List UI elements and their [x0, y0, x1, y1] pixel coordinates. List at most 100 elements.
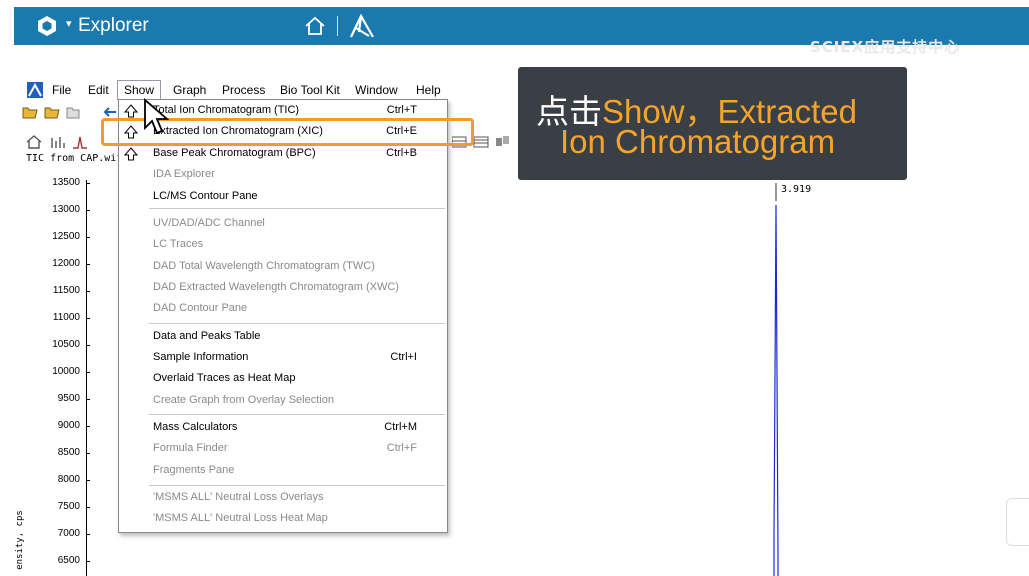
y-tick-label: 13500	[52, 177, 80, 188]
callout-line-2: Ion Chromatogram	[560, 123, 836, 160]
menu-item-label: UV/DAD/ADC Channel	[153, 217, 265, 229]
instruction-callout: 点击Show，Extracted Ion Chromatogram	[518, 67, 907, 180]
folder-dropdown-icon[interactable]	[66, 105, 82, 119]
home-icon[interactable]	[304, 15, 326, 37]
back-arrow-icon[interactable]	[102, 105, 118, 119]
open-folder-alt-icon[interactable]	[44, 105, 60, 119]
menu-item-uv-dad-adc-channel: UV/DAD/ADC Channel	[119, 214, 447, 234]
menu-item-sample-information[interactable]: Sample Information Ctrl+I	[119, 348, 447, 368]
menu-item-dad-contour-pane: DAD Contour Pane	[119, 299, 447, 319]
y-tick-label: 7500	[57, 501, 80, 512]
menu-item-label: Data and Peaks Table	[153, 330, 261, 342]
spectrum-icon[interactable]	[50, 135, 66, 149]
menu-separator	[149, 414, 445, 415]
y-tick-label: 8500	[57, 447, 80, 458]
menu-item-label: LC Traces	[153, 238, 204, 250]
y-tick-mark	[86, 426, 90, 427]
y-tick-mark	[86, 399, 90, 400]
peak-icon[interactable]	[72, 135, 88, 149]
menu-item-mass-calculators[interactable]: Mass Calculators Ctrl+M	[119, 418, 447, 438]
show-menu-dropdown: Total Ion Chromatogram (TIC) Ctrl+T Extrac…	[118, 99, 448, 533]
menu-item-fragments-pane: Fragments Pane	[119, 461, 447, 481]
up-arrow-icon	[124, 147, 138, 161]
y-tick-mark	[86, 372, 90, 373]
y-tick-mark	[86, 345, 90, 346]
toolbar-divider	[337, 16, 338, 36]
chevron-down-icon[interactable]: ▾	[66, 17, 72, 30]
menu-item-shortcut: Ctrl+I	[390, 351, 417, 363]
analyst-app-icon	[27, 82, 43, 98]
graph-title: TIC from CAP.wif	[26, 153, 123, 164]
y-tick-label: 6500	[57, 555, 80, 566]
y-tick-label: 9500	[57, 393, 80, 404]
side-panel-tab[interactable]	[1006, 498, 1029, 546]
analyst-icon[interactable]	[347, 12, 377, 40]
menu-graph[interactable]: Graph	[173, 83, 206, 97]
menu-separator	[149, 485, 445, 486]
y-tick-label: 11000	[52, 312, 80, 323]
menu-item-shortcut: Ctrl+B	[386, 147, 417, 159]
menu-item-shortcut: Ctrl+T	[386, 104, 417, 116]
y-tick-label: 10000	[52, 366, 80, 377]
y-tick-label: 13000	[52, 204, 80, 215]
menu-item-label: Fragments Pane	[153, 464, 235, 476]
chromatogram-trace	[773, 183, 779, 576]
y-tick-label: 8000	[57, 474, 80, 485]
menu-item-formula-finder: Formula Finder Ctrl+F	[119, 439, 447, 459]
menu-bio-tool-kit[interactable]: Bio Tool Kit	[280, 83, 340, 97]
menu-item-dad-extracted-wavelength-chromatogram-xwc: DAD Extracted Wavelength Chromatogram (X…	[119, 278, 447, 298]
menu-item-lc-traces: LC Traces	[119, 235, 447, 255]
menu-edit[interactable]: Edit	[88, 83, 109, 97]
menu-item-label: LC/MS Contour Pane	[153, 190, 258, 202]
menu-item-base-peak-chromatogram-bpc[interactable]: Base Peak Chromatogram (BPC) Ctrl+B	[119, 144, 447, 164]
list-view-icon[interactable]	[473, 136, 489, 148]
menu-item-label: Mass Calculators	[153, 421, 238, 433]
y-axis-label: ensity, cps	[14, 510, 25, 570]
menu-window[interactable]: Window	[355, 83, 398, 97]
window-title: Explorer	[78, 15, 149, 36]
y-tick-mark	[86, 210, 90, 211]
y-tick-mark	[86, 291, 90, 292]
menu-separator	[149, 208, 445, 209]
y-tick-mark	[86, 480, 90, 481]
y-tick-label: 11500	[52, 285, 80, 296]
app-logo-icon[interactable]	[36, 15, 58, 37]
menu-process[interactable]: Process	[222, 83, 265, 97]
menu-item-label: DAD Contour Pane	[153, 302, 248, 314]
watermark-text: SCIEX应用支持中心	[810, 38, 961, 56]
up-arrow-icon	[124, 104, 138, 118]
menu-item-label: Total Ion Chromatogram (TIC)	[153, 104, 300, 116]
mouse-cursor-icon	[144, 98, 170, 135]
menu-item-dad-total-wavelength-chromatogram-twc: DAD Total Wavelength Chromatogram (TWC)	[119, 257, 447, 277]
menu-item-data-and-peaks-table[interactable]: Data and Peaks Table	[119, 327, 447, 347]
menu-show[interactable]: Show	[117, 80, 162, 100]
y-tick-mark	[86, 507, 90, 508]
menu-item-overlaid-traces-as-heat-map[interactable]: Overlaid Traces as Heat Map	[119, 369, 447, 389]
menu-item-msms-all-neutral-loss-heat-map: 'MSMS ALL' Neutral Loss Heat Map	[119, 509, 447, 529]
open-folder-icon[interactable]	[22, 105, 38, 119]
y-tick-mark	[86, 453, 90, 454]
menu-item-shortcut: Ctrl+M	[384, 421, 417, 433]
menu-help[interactable]: Help	[416, 83, 441, 97]
y-tick-label: 7000	[57, 528, 80, 539]
house-icon[interactable]	[26, 135, 42, 149]
menu-item-label: Overlaid Traces as Heat Map	[153, 372, 296, 384]
settings-icon[interactable]	[496, 138, 502, 146]
menu-item-label: DAD Extracted Wavelength Chromatogram (X…	[153, 281, 399, 293]
y-tick-mark	[86, 264, 90, 265]
menu-item-label: 'MSMS ALL' Neutral Loss Heat Map	[153, 512, 328, 524]
menu-file[interactable]: File	[52, 83, 71, 97]
y-tick-mark	[86, 561, 90, 562]
menu-item-label: Formula Finder	[153, 442, 228, 454]
y-tick-label: 9000	[57, 420, 80, 431]
menu-item-label: 'MSMS ALL' Neutral Loss Overlays	[153, 491, 324, 503]
y-tick-mark	[86, 318, 90, 319]
menu-item-ida-explorer: IDA Explorer	[119, 165, 447, 185]
y-tick-label: 10500	[52, 339, 80, 350]
y-tick-mark	[86, 534, 90, 535]
y-tick-label: 12000	[52, 258, 80, 269]
menu-item-create-graph-from-overlay-selection: Create Graph from Overlay Selection	[119, 391, 447, 411]
menu-item-lc-ms-contour-pane[interactable]: LC/MS Contour Pane	[119, 187, 447, 207]
menu-item-label: IDA Explorer	[153, 168, 215, 180]
y-tick-mark	[86, 183, 90, 184]
